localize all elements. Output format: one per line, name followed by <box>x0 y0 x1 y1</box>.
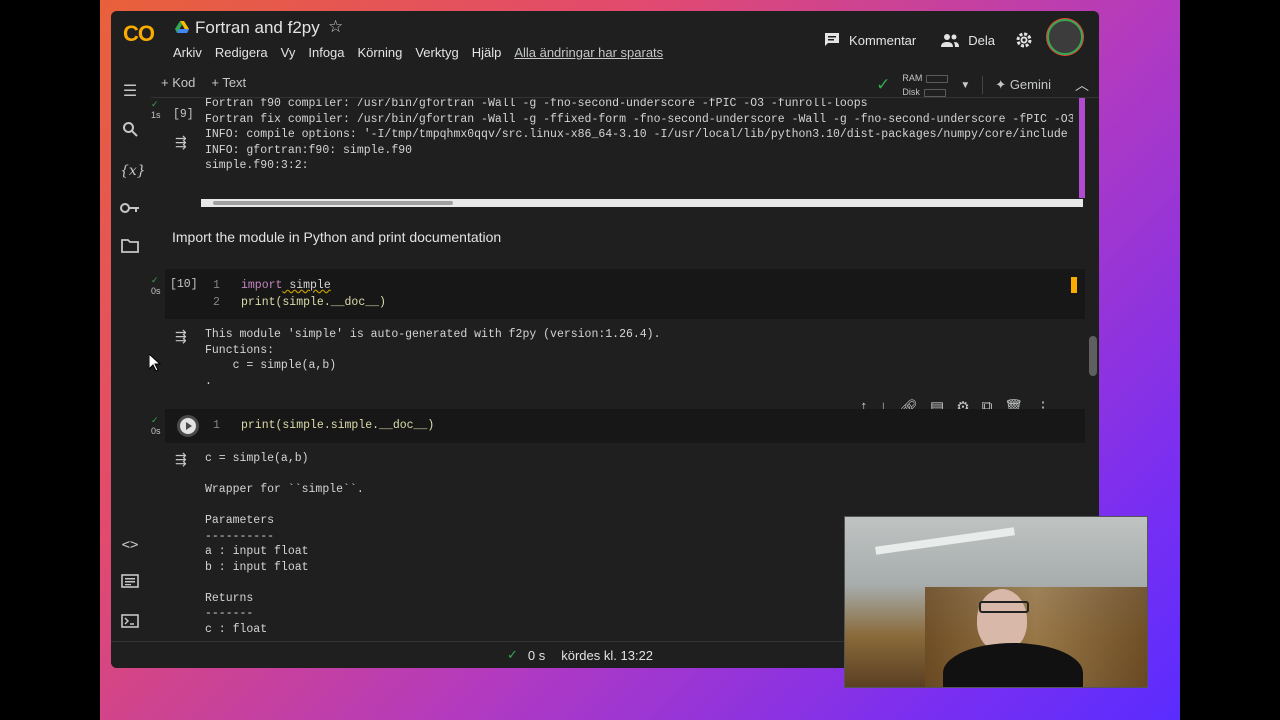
menu-redigera[interactable]: Redigera <box>215 45 268 60</box>
comment-icon <box>825 33 840 46</box>
menu-infoga[interactable]: Infoga <box>308 45 344 60</box>
text-cell[interactable]: Import the module in Python and print do… <box>172 229 501 245</box>
status-duration: 0 s <box>527 647 546 663</box>
play-icon <box>180 418 196 434</box>
status-check-icon: ✓ <box>507 647 518 662</box>
comment-button[interactable]: Kommentar <box>823 31 916 49</box>
menu-korning[interactable]: Körning <box>358 45 403 60</box>
exec-count: [9] <box>173 108 194 121</box>
page-scrollbar[interactable] <box>1089 336 1097 376</box>
collapse-icon[interactable]: ︿ <box>1075 75 1089 95</box>
comment-label: Kommentar <box>849 32 917 48</box>
share-button[interactable]: Dela <box>940 32 995 48</box>
ram-label: RAM <box>902 73 923 83</box>
horizontal-scrollbar[interactable] <box>201 199 1083 207</box>
ram-meter <box>926 74 949 83</box>
exec-count: [10] <box>170 278 198 291</box>
code-line-2: print(simple.__doc__) <box>241 296 386 309</box>
exec-time: 1s <box>151 110 161 120</box>
avatar[interactable] <box>1047 19 1083 55</box>
saved-status[interactable]: Alla ändringar har sparats <box>514 45 663 60</box>
sidebar: ☰ {x} <> <box>111 67 149 642</box>
status-ran-at[interactable]: kördes kl. 13:22 <box>561 648 653 663</box>
code-editor[interactable]: 1 print(simple.simple.__doc__) <box>165 409 1085 443</box>
search-icon[interactable] <box>120 121 140 141</box>
header: CO Fortran and f2py ☆ Arkiv Redigera Vy … <box>111 11 1099 67</box>
toc-icon[interactable]: ☰ <box>120 82 140 102</box>
check-icon: ✓ <box>151 99 159 109</box>
notebook-title[interactable]: Fortran and f2py <box>195 18 320 38</box>
runtime-dropdown-icon[interactable]: ▼ <box>960 80 970 91</box>
ceiling-light <box>875 527 1015 555</box>
vertical-scrollbar[interactable] <box>1079 98 1085 198</box>
webcam-overlay <box>844 516 1148 688</box>
code-text: simple <box>282 279 331 292</box>
cell-11-status: ✓ 0s <box>151 416 161 436</box>
star-icon[interactable]: ☆ <box>328 17 343 37</box>
check-icon: ✓ <box>151 275 159 285</box>
cell-10-status: ✓ 0s <box>151 276 161 296</box>
connected-check-icon: ✓ <box>876 75 891 94</box>
menu-verktyg[interactable]: Verktyg <box>415 45 458 60</box>
cursor-marker <box>1071 277 1077 293</box>
key-icon[interactable] <box>120 200 140 220</box>
drive-icon[interactable] <box>175 21 189 33</box>
gear-icon[interactable] <box>1015 31 1033 49</box>
resource-monitor[interactable]: RAM Disk <box>902 71 949 99</box>
gemini-button[interactable]: ✦ Gemini <box>995 77 1051 93</box>
line-number: 1 <box>213 419 220 432</box>
divider <box>982 76 984 94</box>
code-snippets-icon[interactable]: <> <box>120 535 140 555</box>
add-code-button[interactable]: + Kod <box>161 75 195 90</box>
exec-time: 0s <box>151 286 161 296</box>
exec-time: 0s <box>151 426 161 436</box>
colab-logo[interactable]: CO <box>123 21 155 47</box>
mouse-cursor-icon <box>149 354 161 372</box>
header-actions: Kommentar Dela <box>823 19 1083 55</box>
code-line-1: print(simple.simple.__doc__) <box>241 419 435 432</box>
line-number: 2 <box>213 296 220 309</box>
check-icon: ✓ <box>151 415 159 425</box>
glasses <box>979 601 1029 613</box>
people-icon <box>941 34 960 47</box>
output-toggle-icon[interactable]: ⇶ <box>175 328 187 345</box>
cell-9-output: Fortran f90 compiler: /usr/bin/gfortran … <box>205 98 1073 172</box>
disk-label: Disk <box>902 87 920 97</box>
cell-10-output: This module 'simple' is auto-generated w… <box>205 328 661 388</box>
command-palette-icon[interactable] <box>120 574 140 594</box>
menu-vy[interactable]: Vy <box>281 45 296 60</box>
menu-arkiv[interactable]: Arkiv <box>173 45 202 60</box>
gemini-icon: ✦ <box>995 77 1007 92</box>
line-number: 1 <box>213 279 220 292</box>
code-editor[interactable]: [10] 1 2 import simple print(simple.__do… <box>165 269 1085 319</box>
share-label: Dela <box>968 32 995 48</box>
cell-9-status: ✓ 1s <box>151 100 161 120</box>
output-toggle-icon[interactable]: ⇶ <box>175 451 187 468</box>
folder-icon[interactable] <box>120 239 140 259</box>
code-line-1: import simple <box>241 279 331 292</box>
cell-11-output: c = simple(a,b) Wrapper for ``simple``. … <box>205 452 364 636</box>
run-cell-button[interactable] <box>177 415 199 437</box>
disk-meter <box>923 88 946 97</box>
output-toggle-icon[interactable]: ⇶ <box>175 134 187 151</box>
add-text-button[interactable]: + Text <box>211 75 246 90</box>
gemini-label: Gemini <box>1009 77 1051 92</box>
menu-bar: Arkiv Redigera Vy Infoga Körning Verktyg… <box>173 45 663 60</box>
variables-icon[interactable]: {x} <box>120 161 146 181</box>
code-keyword: import <box>241 279 283 292</box>
scrollbar-thumb[interactable] <box>213 201 453 205</box>
menu-hjalp[interactable]: Hjälp <box>472 45 502 60</box>
terminal-icon[interactable] <box>120 614 140 634</box>
notebook-toolbar: + Kod + Text ✓ RAM Disk ▼ ✦ Gemini ︿ <box>151 67 1099 98</box>
person-head <box>977 589 1027 651</box>
